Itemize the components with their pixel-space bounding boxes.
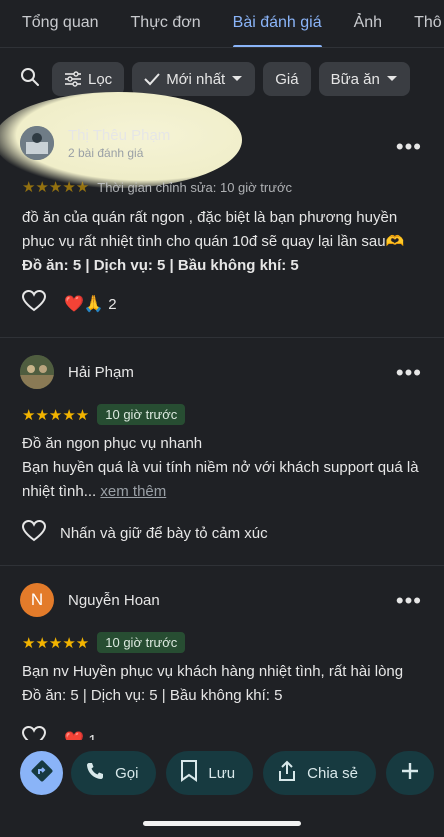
sort-chip-label: Mới nhất [166,70,226,88]
review-time: Thời gian chỉnh sửa: 10 giờ trước [97,179,292,195]
review-card: N Nguyễn Hoan ••• ★★★★★ 10 giờ trước Bạn… [0,566,444,749]
search-button[interactable] [8,60,52,98]
directions-icon [31,760,53,787]
home-indicator[interactable] [143,821,301,826]
avatar[interactable] [20,355,54,389]
tab-overview[interactable]: Tổng quan [0,0,115,47]
tab-menu[interactable]: Thực đơn [115,0,217,47]
call-label: Gọi [115,764,139,782]
react-hint[interactable]: Nhấn và giữ để bày tỏ cảm xúc [60,525,268,542]
call-button[interactable]: Gọi [71,751,157,795]
review-header: Hải Phạm [20,355,134,389]
review-card: Hải Phạm ••• ★★★★★ 10 giờ trước Đồ ăn ng… [0,338,444,566]
share-button[interactable]: Chia sẻ [263,751,376,795]
save-button[interactable]: Lưu [166,751,254,795]
filter-icon [64,71,82,87]
star-rating: ★★★★★ [22,634,90,652]
review-header: Thị Thêu Phạm 2 bài đánh giá [20,126,170,160]
more-options-button[interactable]: ••• [396,590,422,612]
chevron-down-icon [386,75,398,83]
review-text: Bạn nv Huyền phục vụ khách hàng nhiệt tì… [22,660,424,708]
action-bar: Gọi Lưu Chia sẻ [0,740,444,806]
reviewer-name[interactable]: Nguyễn Hoan [68,592,160,609]
review-body: đồ ăn của quán rất ngon , đặc biệt là bạ… [22,209,405,250]
add-button[interactable] [386,751,434,795]
more-options-button[interactable]: ••• [396,136,422,158]
rating-row: ★★★★★ 10 giờ trước [22,632,186,653]
bookmark-icon [180,760,198,786]
save-label: Lưu [208,764,236,782]
share-label: Chia sẻ [307,764,358,782]
reviewer-name[interactable]: Thị Thêu Phạm [68,127,170,144]
star-rating: ★★★★★ [22,179,90,196]
price-chip[interactable]: Giá [263,62,311,96]
meal-chip[interactable]: Bữa ăn [318,62,410,96]
filter-chip-label: Lọc [88,70,113,88]
directions-button[interactable] [20,751,64,795]
tab-bar: Tổng quan Thực đơn Bài đánh giá Ảnh Thô [0,0,444,48]
chevron-down-icon [231,75,243,83]
review-time: 10 giờ trước [97,404,186,425]
star-rating: ★★★★★ [22,406,90,424]
sort-chip[interactable]: Mới nhất [132,62,256,96]
plus-icon [400,761,420,785]
share-icon [277,760,297,786]
rating-row: ★★★★★ 10 giờ trước [22,404,186,425]
reviewer-name[interactable]: Hải Phạm [68,364,134,381]
review-text: Đồ ăn ngon phục vụ nhanh Bạn huyền quá l… [22,432,424,504]
price-chip-label: Giá [275,70,299,88]
see-more-link[interactable]: xem thêm [100,483,166,500]
phone-icon [85,761,105,785]
reaction-row: Nhấn và giữ để bày tỏ cảm xúc [21,519,268,547]
filter-bar: Lọc Mới nhất Giá Bữa ăn [0,60,444,98]
review-body: Bạn nv Huyền phục vụ khách hàng nhiệt tì… [22,663,404,680]
reaction-emojis[interactable]: ❤️🙏 [64,296,104,313]
search-icon [20,67,40,92]
reaction-count: 2 [108,295,117,313]
avatar[interactable] [20,126,54,160]
tab-photos[interactable]: Ảnh [338,0,398,47]
check-icon [144,72,160,86]
review-text: đồ ăn của quán rất ngon , đặc biệt là bạ… [22,206,424,278]
review-body: Đồ ăn ngon phục vụ nhanh [22,435,203,452]
reviewer-review-count: 2 bài đánh giá [68,145,144,160]
review-time: 10 giờ trước [97,632,186,653]
more-options-button[interactable]: ••• [396,362,422,384]
review-body-cont: Bạn huyền quá là vui tính niềm nở với kh… [22,459,419,500]
heart-icon[interactable] [21,289,47,317]
tab-reviews[interactable]: Bài đánh giá [217,0,338,47]
heart-icon[interactable] [21,519,47,547]
review-details: Đồ ăn: 5 | Dịch vụ: 5 | Bầu không khí: 5 [22,257,299,274]
review-details: Đồ ăn: 5 | Dịch vụ: 5 | Bầu không khí: 5 [22,687,283,704]
reaction-row: ❤️🙏 2 [21,289,117,317]
meal-chip-label: Bữa ăn [330,70,380,88]
filter-chip[interactable]: Lọc [52,62,125,96]
review-header: N Nguyễn Hoan [20,583,160,617]
avatar[interactable]: N [20,583,54,617]
rating-row: ★★★★★ Thời gian chỉnh sửa: 10 giờ trước [22,178,292,196]
review-card: Thị Thêu Phạm 2 bài đánh giá ••• ★★★★★ T… [0,92,444,338]
tab-more[interactable]: Thô [398,0,444,47]
